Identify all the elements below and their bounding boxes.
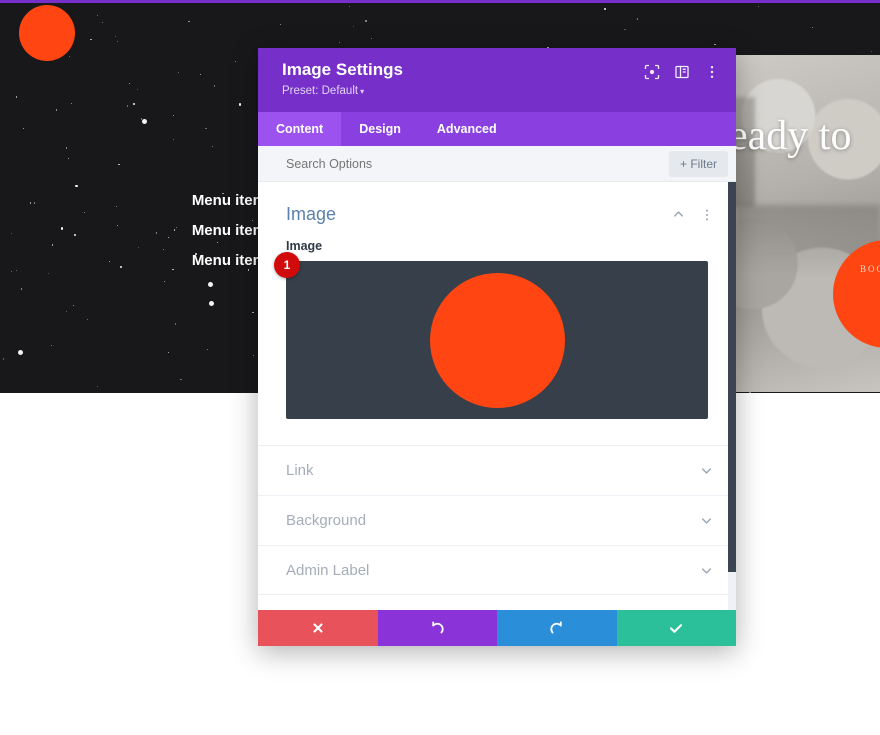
modal-header: Image Settings Preset: Default ▾ [258, 48, 736, 112]
kebab-menu-icon[interactable] [700, 208, 714, 222]
menu-item[interactable]: Menu item [192, 216, 266, 246]
tab-advanced[interactable]: Advanced [419, 112, 515, 146]
discard-button[interactable] [258, 610, 378, 646]
search-input[interactable] [286, 156, 669, 171]
accordion-label: Admin Label [286, 561, 370, 579]
top-accent-bar [0, 0, 880, 3]
image-field-label: Image [286, 239, 323, 253]
modal-tabs: Content Design Advanced [258, 112, 736, 146]
chevron-down-icon[interactable] [699, 513, 714, 528]
accordion-label: Background [286, 512, 367, 529]
chevron-down-icon[interactable] [699, 563, 714, 578]
menu-item[interactable]: Menu item [192, 186, 266, 216]
chevron-down-icon[interactable] [699, 463, 714, 478]
step-badge: 1 [274, 252, 300, 278]
accordion-row-background[interactable]: Background [258, 495, 736, 545]
image-preview-container[interactable]: 1 [258, 252, 736, 419]
focus-icon[interactable] [644, 64, 660, 80]
modal-header-text: Image Settings Preset: Default ▾ [282, 60, 403, 97]
image-preview[interactable] [286, 261, 708, 419]
hero-menu-list[interactable]: Menu item Menu item Menu item [192, 186, 266, 276]
section-tools [671, 207, 714, 222]
hero-photo [735, 55, 880, 392]
tab-design[interactable]: Design [341, 112, 419, 146]
check-icon [668, 620, 684, 636]
close-icon [311, 621, 325, 635]
hero-orange-circle [19, 5, 75, 61]
kebab-menu-icon[interactable] [704, 64, 720, 80]
undo-icon [429, 620, 445, 636]
image-section-header: Image [258, 182, 736, 239]
chevron-up-icon[interactable] [671, 207, 686, 222]
book-cta-label: BOO [860, 264, 880, 274]
preset-selector[interactable]: Preset: Default ▾ [282, 85, 403, 97]
accordion-row-link[interactable]: Link [258, 445, 736, 495]
accordion-label: Link [286, 462, 314, 479]
hero-headline: eady to [729, 113, 852, 159]
undo-button[interactable] [377, 610, 497, 646]
menu-item[interactable]: Menu item [192, 246, 266, 276]
preset-label: Preset: Default [282, 85, 359, 97]
scrollbar-thumb[interactable] [728, 182, 736, 572]
preview-shape [429, 272, 565, 408]
modal-title: Image Settings [282, 60, 403, 79]
tab-content[interactable]: Content [258, 112, 342, 146]
chevron-down-icon: ▾ [360, 87, 365, 96]
redo-icon [549, 620, 565, 636]
redo-button[interactable] [497, 610, 617, 646]
modal-body: Image Image 1 Link Background Admin Labe… [258, 182, 736, 610]
image-settings-modal: Image Settings Preset: Default ▾ Content… [258, 48, 736, 646]
section-title: Image [286, 204, 337, 224]
modal-header-icons [644, 60, 720, 80]
accordion-row-admin-label[interactable]: Admin Label [258, 545, 736, 595]
search-bar: + Filter [258, 146, 736, 182]
modal-footer [258, 610, 736, 646]
options-accordion: Link Background Admin Label [258, 445, 736, 595]
modal-scrollbar[interactable] [728, 182, 736, 610]
layout-panel-icon[interactable] [674, 64, 690, 80]
filter-button[interactable]: + Filter [668, 150, 728, 177]
save-button[interactable] [616, 610, 736, 646]
